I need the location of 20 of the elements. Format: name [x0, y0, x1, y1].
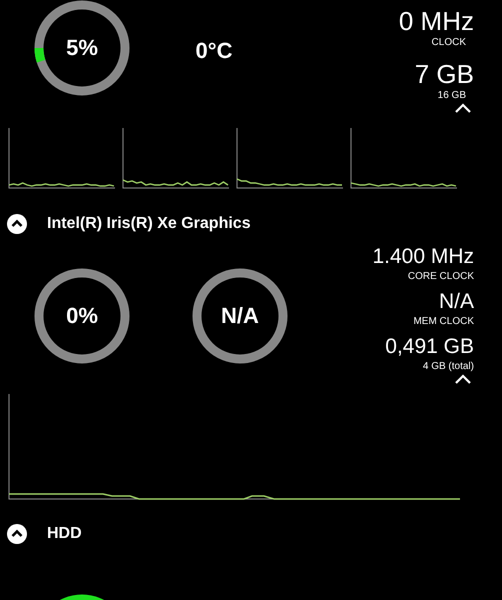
stat-value: 1.400 MHz	[372, 244, 474, 270]
stat-value: 0 MHz	[398, 6, 474, 36]
chevron-up-icon[interactable]	[454, 102, 472, 114]
stat-label: CORE CLOCK	[408, 270, 474, 283]
chevron-up-icon[interactable]	[454, 373, 472, 385]
stat-label: 4 GB (total)	[422, 360, 474, 373]
stat-label: MEM CLOCK	[413, 315, 474, 328]
stat-label: CLOCK	[432, 36, 466, 49]
stat-value: N/A	[438, 289, 474, 315]
collapse-icon[interactable]	[7, 524, 27, 544]
section-title: HDD	[47, 525, 82, 543]
section-title: Intel(R) Iris(R) Xe Graphics	[47, 215, 251, 233]
gauge-reading: N/A	[221, 303, 259, 329]
collapse-icon[interactable]	[7, 214, 27, 234]
temperature-reading: 0°C	[194, 38, 234, 64]
stat-label: 16 GB	[438, 89, 466, 102]
gauge-reading: 5%	[66, 35, 98, 61]
stat-value: 7 GB	[414, 59, 474, 89]
stat-value: 0,491 GB	[385, 334, 474, 360]
gauge-reading: 0%	[66, 303, 98, 329]
